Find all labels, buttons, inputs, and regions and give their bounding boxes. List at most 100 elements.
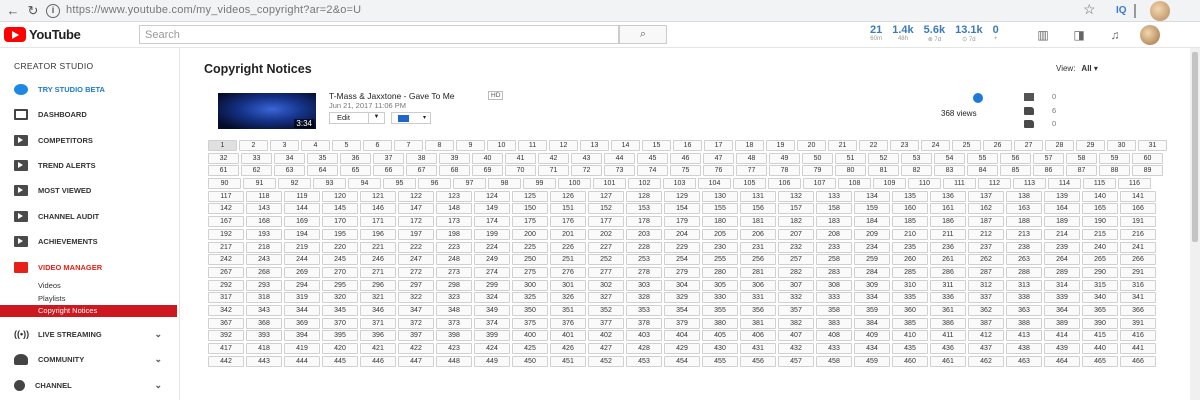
page-number-button[interactable]: 437 <box>968 343 1004 354</box>
page-number-button[interactable]: 73 <box>604 165 635 177</box>
promote-button[interactable]: ▾ <box>391 112 431 124</box>
page-number-button[interactable]: 145 <box>322 203 358 215</box>
stat-subs[interactable]: 0 + <box>993 24 999 43</box>
page-number-button[interactable]: 104 <box>698 178 731 190</box>
page-number-button[interactable]: 202 <box>588 228 624 240</box>
page-number-button[interactable]: 135 <box>892 190 928 202</box>
page-number-button[interactable]: 268 <box>246 266 282 278</box>
page-number-button[interactable]: 81 <box>868 165 899 177</box>
page-number-button[interactable]: 357 <box>778 304 814 316</box>
page-number-button[interactable]: 242 <box>208 254 244 266</box>
page-number-button[interactable]: 155 <box>702 203 738 215</box>
page-number-button[interactable]: 101 <box>593 178 626 190</box>
page-number-button[interactable]: 64 <box>307 165 338 177</box>
page-number-button[interactable]: 304 <box>664 279 700 291</box>
sidebar-item-dashboard[interactable]: DASHBOARD <box>0 103 180 125</box>
page-number-button[interactable]: 250 <box>512 254 548 266</box>
page-number-button[interactable]: 273 <box>436 266 472 278</box>
page-number-button[interactable]: 106 <box>768 178 801 190</box>
page-number-button[interactable]: 137 <box>968 190 1004 202</box>
upload-camera-icon[interactable]: ◨ <box>1072 28 1086 42</box>
page-number-button[interactable]: 62 <box>241 165 272 177</box>
page-number-button[interactable]: 39 <box>439 152 470 164</box>
page-number-button[interactable]: 58 <box>1066 152 1097 164</box>
page-number-button[interactable]: 218 <box>246 241 282 253</box>
page-number-button[interactable]: 54 <box>934 152 965 164</box>
page-number-button[interactable]: 318 <box>246 292 282 304</box>
page-number-button[interactable]: 164 <box>1044 203 1080 215</box>
page-number-button[interactable]: 59 <box>1099 152 1130 164</box>
page-number-button[interactable]: 18 <box>735 140 764 151</box>
page-number-button[interactable]: 71 <box>538 165 569 177</box>
page-number-button[interactable]: 187 <box>968 216 1004 228</box>
page-number-button[interactable]: 386 <box>930 317 966 329</box>
page-number-button[interactable]: 121 <box>360 190 396 202</box>
page-number-button[interactable]: 416 <box>1120 330 1156 342</box>
page-number-button[interactable]: 141 <box>1120 190 1156 202</box>
page-number-button[interactable]: 3 <box>270 140 299 151</box>
page-number-button[interactable]: 191 <box>1120 216 1156 228</box>
page-number-button[interactable]: 405 <box>702 330 738 342</box>
page-number-button[interactable]: 15 <box>642 140 671 151</box>
sidebar-subitem-playlists[interactable]: Playlists <box>0 293 177 305</box>
page-number-button[interactable]: 238 <box>1006 241 1042 253</box>
page-number-button[interactable]: 449 <box>474 355 510 367</box>
page-number-button[interactable]: 44 <box>604 152 635 164</box>
sidebar-item-most-viewed[interactable]: MOST VIEWED <box>0 179 180 201</box>
page-number-button[interactable]: 321 <box>360 292 396 304</box>
analytics-icon[interactable]: ▥ <box>1036 28 1050 42</box>
reload-icon[interactable]: ↻ <box>24 2 42 20</box>
page-number-button[interactable]: 266 <box>1120 254 1156 266</box>
page-number-button[interactable]: 61 <box>208 165 239 177</box>
page-number-button[interactable]: 395 <box>322 330 358 342</box>
iq-extension-icon[interactable]: IQ <box>1116 5 1127 16</box>
stat-realtime[interactable]: 21 60m <box>870 24 882 43</box>
page-number-button[interactable]: 325 <box>512 292 548 304</box>
sidebar-item-competitors[interactable]: COMPETITORS <box>0 129 180 151</box>
page-number-button[interactable]: 84 <box>967 165 998 177</box>
page-number-button[interactable]: 302 <box>588 279 624 291</box>
page-number-button[interactable]: 220 <box>322 241 358 253</box>
page-number-button[interactable]: 363 <box>1006 304 1042 316</box>
page-number-button[interactable]: 369 <box>284 317 320 329</box>
page-number-button[interactable]: 367 <box>208 317 244 329</box>
page-number-button[interactable]: 428 <box>626 343 662 354</box>
page-number-button[interactable]: 315 <box>1082 279 1118 291</box>
page-number-button[interactable]: 385 <box>892 317 928 329</box>
page-number-button[interactable]: 154 <box>664 203 700 215</box>
page-number-button[interactable]: 233 <box>816 241 852 253</box>
page-number-button[interactable]: 131 <box>740 190 776 202</box>
page-number-button[interactable]: 462 <box>968 355 1004 367</box>
page-number-button[interactable]: 301 <box>550 279 586 291</box>
page-number-button[interactable]: 345 <box>322 304 358 316</box>
page-number-button[interactable]: 352 <box>588 304 624 316</box>
page-number-button[interactable]: 210 <box>892 228 928 240</box>
page-number-button[interactable]: 307 <box>778 279 814 291</box>
page-number-button[interactable]: 115 <box>1083 178 1116 190</box>
page-number-button[interactable]: 14 <box>611 140 640 151</box>
page-number-button[interactable]: 34 <box>274 152 305 164</box>
page-number-button[interactable]: 382 <box>778 317 814 329</box>
sidebar-item-trend-alerts[interactable]: TREND ALERTS <box>0 154 180 176</box>
page-number-button[interactable]: 350 <box>512 304 548 316</box>
page-number-button[interactable]: 287 <box>968 266 1004 278</box>
page-number-button[interactable]: 286 <box>930 266 966 278</box>
page-number-button[interactable]: 241 <box>1120 241 1156 253</box>
page-number-button[interactable]: 232 <box>778 241 814 253</box>
page-number-button[interactable]: 285 <box>892 266 928 278</box>
edit-dropdown-icon[interactable]: ▼ <box>368 112 384 124</box>
page-number-button[interactable]: 177 <box>588 216 624 228</box>
page-number-button[interactable]: 420 <box>322 343 358 354</box>
page-number-button[interactable]: 214 <box>1044 228 1080 240</box>
page-number-button[interactable]: 388 <box>1006 317 1042 329</box>
page-number-button[interactable]: 55 <box>967 152 998 164</box>
page-number-button[interactable]: 13 <box>580 140 609 151</box>
page-number-button[interactable]: 229 <box>664 241 700 253</box>
page-number-button[interactable]: 334 <box>854 292 890 304</box>
page-number-button[interactable]: 185 <box>892 216 928 228</box>
page-number-button[interactable]: 423 <box>436 343 472 354</box>
page-number-button[interactable]: 256 <box>740 254 776 266</box>
page-number-button[interactable]: 453 <box>626 355 662 367</box>
page-number-button[interactable]: 138 <box>1006 190 1042 202</box>
page-number-button[interactable]: 86 <box>1033 165 1064 177</box>
